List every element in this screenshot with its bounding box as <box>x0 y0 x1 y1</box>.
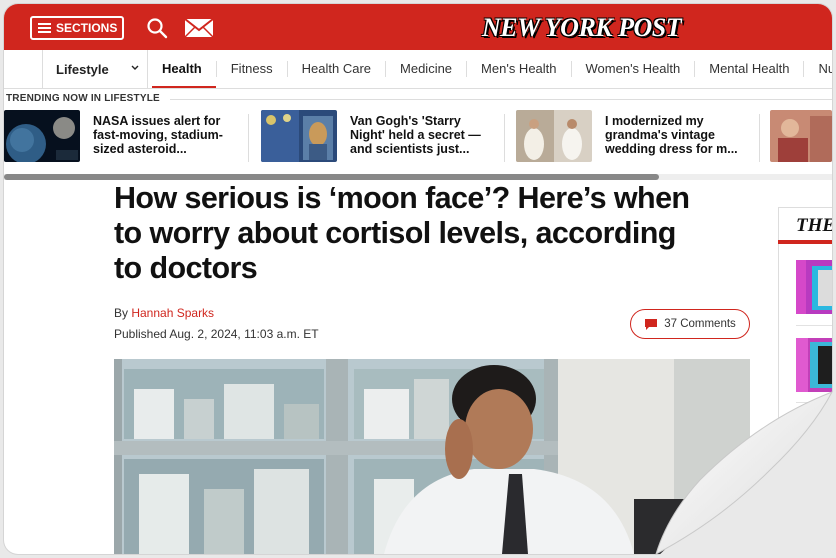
article-hero-image <box>114 359 750 554</box>
browser-frame: SECTIONS NEW YORK POST Lifestyle Health … <box>4 4 832 554</box>
nav-item-mens-health[interactable]: Men's Health <box>467 61 572 77</box>
trending-item[interactable]: Van Gogh's 'Starry Night' held a secret … <box>261 110 486 166</box>
publish-date: Published Aug. 2, 2024, 11:03 a.m. ET <box>114 327 319 341</box>
trending-item-title: I modernized my grandma's vintage weddin… <box>605 114 738 156</box>
trending-item[interactable]: NASA issues alert for fast-moving, stadi… <box>4 110 229 166</box>
comments-count: 37 Comments <box>664 318 736 330</box>
trending-item-title: NASA issues alert for fast-moving, stadi… <box>93 114 223 156</box>
trending-separator <box>759 114 760 162</box>
sidebar-border <box>778 207 779 554</box>
sections-button[interactable]: SECTIONS <box>30 16 124 40</box>
sidebar-thumbnail[interactable] <box>796 338 832 392</box>
wedding-dress-thumbnail <box>516 110 592 162</box>
trending-item[interactable]: I modernized my grandma's vintage weddin… <box>516 110 741 166</box>
comment-icon <box>645 318 658 330</box>
nav-item-womens-health[interactable]: Women's Health <box>572 61 696 77</box>
carousel-scrollbar[interactable] <box>4 174 659 180</box>
trending-row: NASA issues alert for fast-moving, stadi… <box>4 110 832 170</box>
trending-divider <box>170 99 832 100</box>
byline-prefix: By <box>114 306 132 320</box>
nav-items: Health Fitness Health Care Medicine Men'… <box>148 50 832 88</box>
article-byline: By Hannah Sparks <box>114 306 214 320</box>
logo-text: NEW YORK POST <box>482 13 682 42</box>
trending-label: TRENDING NOW IN LIFESTYLE <box>6 93 160 104</box>
search-icon[interactable] <box>146 17 168 39</box>
nav-item-mental-health[interactable]: Mental Health <box>695 61 805 77</box>
sidebar-separator <box>796 325 832 326</box>
chevron-down-icon <box>131 65 139 70</box>
nav-item-health[interactable]: Health <box>148 61 217 88</box>
sidebar-heading: THE <box>796 215 832 236</box>
site-header: SECTIONS NEW YORK POST <box>4 4 832 50</box>
trending-separator <box>504 114 505 162</box>
mail-icon[interactable] <box>184 18 214 38</box>
nav-item-health-care[interactable]: Health Care <box>288 61 387 77</box>
author-link[interactable]: Hannah Sparks <box>131 306 214 320</box>
sidebar-heading-underline <box>778 240 832 244</box>
nav-item-medicine[interactable]: Medicine <box>386 61 468 77</box>
article-headline: How serious is ‘moon face’? Here’s when … <box>114 181 690 285</box>
comments-button[interactable]: 37 Comments <box>630 309 750 339</box>
van-gogh-thumbnail <box>261 110 337 162</box>
sidebar-thumbnail[interactable] <box>796 260 832 314</box>
nav-item-nutrition[interactable]: Nu <box>804 61 832 77</box>
trending-item-title: Van Gogh's 'Starry Night' held a secret … <box>350 114 481 156</box>
site-logo[interactable]: NEW YORK POST <box>482 11 682 45</box>
section-dropdown[interactable]: Lifestyle <box>42 50 148 88</box>
sidebar-header: THE <box>778 207 832 244</box>
trending-separator <box>248 114 249 162</box>
section-nav: Lifestyle Health Fitness Health Care Med… <box>4 50 832 89</box>
sidebar-separator <box>796 402 832 403</box>
nav-item-fitness[interactable]: Fitness <box>217 61 288 77</box>
asteroid-thumbnail <box>4 110 80 162</box>
trending-next-thumbnail[interactable] <box>770 110 832 162</box>
menu-icon <box>38 23 51 33</box>
section-dropdown-label: Lifestyle <box>56 61 109 77</box>
sections-label: SECTIONS <box>56 21 118 35</box>
